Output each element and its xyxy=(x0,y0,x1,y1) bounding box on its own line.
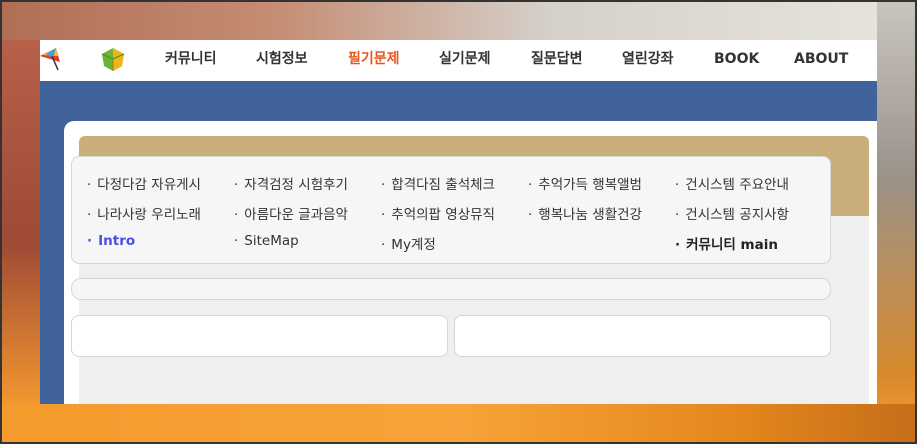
nav-practical-questions[interactable]: 실기문제 xyxy=(439,40,491,81)
site-logo-icon[interactable] xyxy=(98,46,128,72)
link-free-board[interactable]: · 다정다감 자유게시 xyxy=(87,173,201,193)
background-right xyxy=(877,0,917,444)
nav-exam-info[interactable]: 시험정보 xyxy=(256,40,308,81)
background-bottom xyxy=(0,404,917,444)
link-label: 행복나눔 생활건강 xyxy=(538,207,642,223)
nav-book[interactable]: BOOK xyxy=(714,40,759,81)
link-writing-music[interactable]: · 아름다운 글과음악 xyxy=(234,203,348,223)
bullet: · xyxy=(87,207,92,223)
link-exam-reviews[interactable]: · 자격검정 시험후기 xyxy=(234,173,348,193)
content-box-right xyxy=(454,315,831,357)
bullet: · xyxy=(87,177,92,193)
link-label: SiteMap xyxy=(244,233,299,249)
link-my-account[interactable]: · My계정 xyxy=(381,233,436,253)
nav-qna[interactable]: 질문답변 xyxy=(531,40,583,81)
bullet: · xyxy=(234,207,239,223)
background-left xyxy=(0,40,40,444)
nav-community[interactable]: 커뮤니티 xyxy=(165,40,217,81)
link-label: 나라사랑 우리노래 xyxy=(97,207,201,223)
link-health[interactable]: · 행복나눔 생활건강 xyxy=(528,203,642,223)
link-main-notice[interactable]: · 건시스템 주요안내 xyxy=(675,173,789,193)
content-box-left xyxy=(71,315,448,357)
quick-links-panel: · 다정다감 자유게시 · 자격검정 시험후기 · 합격다짐 출석체크 · 추억가득 행… xyxy=(71,156,831,264)
link-label: Intro xyxy=(98,233,136,249)
bullet: · xyxy=(234,233,239,249)
top-navbar: 커뮤니티 시험정보 필기문제 실기문제 질문답변 열린강좌 BOOK ABOUT xyxy=(40,40,877,81)
link-label: 건시스템 주요안내 xyxy=(685,177,789,193)
link-label: 추억의팝 영상뮤직 xyxy=(391,207,495,223)
link-announcements[interactable]: · 건시스템 공지사항 xyxy=(675,203,789,223)
link-label: 추억가득 행복앨범 xyxy=(538,177,642,193)
link-label: My계정 xyxy=(391,237,436,253)
link-intro[interactable]: · Intro xyxy=(87,233,135,249)
link-attendance-check[interactable]: · 합격다짐 출석체크 xyxy=(381,173,495,193)
link-label: 아름다운 글과음악 xyxy=(244,207,348,223)
link-pop-videos[interactable]: · 추억의팝 영상뮤직 xyxy=(381,203,495,223)
bullet: · xyxy=(675,177,680,193)
bullet: · xyxy=(528,207,533,223)
nav-open-lectures[interactable]: 열린강좌 xyxy=(622,40,674,81)
link-community-main[interactable]: · 커뮤니티 main xyxy=(675,233,778,253)
link-sitemap[interactable]: · SiteMap xyxy=(234,233,299,249)
nav-about[interactable]: ABOUT xyxy=(794,40,848,81)
bullet: · xyxy=(528,177,533,193)
link-label: 자격검정 시험후기 xyxy=(244,177,348,193)
link-label: 건시스템 공지사항 xyxy=(685,207,789,223)
link-label: 합격다짐 출석체크 xyxy=(391,177,495,193)
bullet: · xyxy=(234,177,239,193)
link-patriotic-songs[interactable]: · 나라사랑 우리노래 xyxy=(87,203,201,223)
link-photo-album[interactable]: · 추억가득 행복앨범 xyxy=(528,173,642,193)
website-viewport: 커뮤니티 시험정보 필기문제 실기문제 질문답변 열린강좌 BOOK ABOUT… xyxy=(40,40,877,404)
bullet: · xyxy=(675,237,681,253)
bullet: · xyxy=(87,233,93,249)
bullet: · xyxy=(381,237,386,253)
umbrella-icon[interactable] xyxy=(40,46,62,72)
bullet: · xyxy=(675,207,680,223)
bullet: · xyxy=(381,177,386,193)
bullet: · xyxy=(381,207,386,223)
link-label: 다정다감 자유게시 xyxy=(97,177,201,193)
background-top xyxy=(0,0,917,40)
link-label: 커뮤니티 main xyxy=(686,237,778,253)
nav-written-questions[interactable]: 필기문제 xyxy=(348,40,400,81)
empty-bar xyxy=(71,278,831,300)
